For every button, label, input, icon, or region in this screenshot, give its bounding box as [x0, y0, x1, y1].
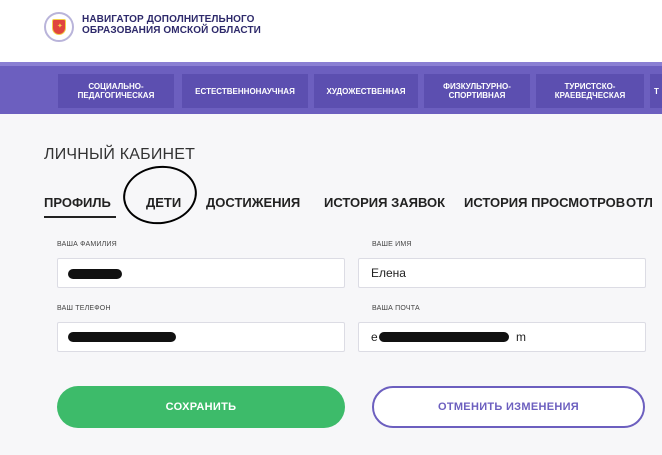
phone-field[interactable] — [57, 322, 345, 352]
save-button[interactable]: СОХРАНИТЬ — [57, 386, 345, 428]
redaction-mark — [68, 332, 176, 342]
nav-item-label: ЕСТЕСТВЕННОНАУЧНАЯ — [195, 86, 295, 96]
email-label: ВАША ПОЧТА — [372, 305, 420, 312]
page-title: ЛИЧНЫЙ КАБИНЕТ — [44, 146, 196, 163]
logo-line-2: ОБРАЗОВАНИЯ ОМСКОЙ ОБЛАСТИ — [82, 25, 261, 36]
nav-item-label: Т — [654, 86, 659, 96]
main-content: ЛИЧНЫЙ КАБИНЕТ ПРОФИЛЬ ДЕТИ ДОСТИЖЕНИЯ И… — [0, 114, 662, 455]
surname-field[interactable] — [57, 258, 345, 288]
nav-item-natural-science[interactable]: ЕСТЕСТВЕННОНАУЧНАЯ — [182, 74, 308, 108]
cancel-changes-button[interactable]: ОТМЕНИТЬ ИЗМЕНЕНИЯ — [372, 386, 645, 428]
tab-application-history[interactable]: ИСТОРИЯ ЗАЯВОК — [324, 195, 445, 210]
nav-item-social-pedagogical[interactable]: СОЦИАЛЬНО- ПЕДАГОГИЧЕСКАЯ — [58, 74, 174, 108]
nav-item-technical[interactable]: Т — [650, 74, 662, 108]
nav-item-physical-sports[interactable]: ФИЗКУЛЬТУРНО- СПОРТИВНАЯ — [424, 74, 530, 108]
email-visible-end: m — [516, 330, 526, 344]
category-nav: СОЦИАЛЬНО- ПЕДАГОГИЧЕСКАЯ ЕСТЕСТВЕННОНАУЧ… — [0, 62, 662, 114]
tab-profile[interactable]: ПРОФИЛЬ — [44, 195, 111, 210]
nav-item-label: ФИЗКУЛЬТУРНО- — [443, 82, 511, 91]
surname-label: ВАША ФАМИЛИЯ — [57, 241, 117, 248]
nav-item-artistic[interactable]: ХУДОЖЕСТВЕННАЯ — [314, 74, 418, 108]
email-field[interactable]: e m — [358, 322, 646, 352]
name-field[interactable]: Елена — [358, 258, 646, 288]
tab-more[interactable]: ОТЛ — [626, 195, 653, 210]
name-value: Елена — [371, 266, 406, 280]
hand-drawn-circle-annotation — [119, 161, 201, 229]
phone-label: ВАШ ТЕЛЕФОН — [57, 305, 111, 312]
nav-item-label: ПЕДАГОГИЧЕСКАЯ — [77, 91, 155, 100]
coat-of-arms-icon[interactable]: ✦ — [44, 12, 74, 42]
nav-item-label: СОЦИАЛЬНО- — [88, 82, 144, 91]
tab-view-history[interactable]: ИСТОРИЯ ПРОСМОТРОВ — [464, 195, 625, 210]
tab-achievements[interactable]: ДОСТИЖЕНИЯ — [206, 195, 300, 210]
site-header: ✦ НАВИГАТОР ДОПОЛНИТЕЛЬНОГО ОБРАЗОВАНИЯ … — [0, 0, 662, 62]
nav-item-label: ХУДОЖЕСТВЕННАЯ — [326, 86, 406, 96]
active-tab-indicator — [44, 216, 116, 218]
nav-item-label: ТУРИСТСКО- — [564, 82, 616, 91]
name-label: ВАШЕ ИМЯ — [372, 241, 412, 248]
nav-item-label: КРАЕВЕДЧЕСКАЯ — [554, 91, 626, 100]
email-visible-start: e — [371, 330, 378, 344]
logo-line-1: НАВИГАТОР ДОПОЛНИТЕЛЬНОГО — [82, 14, 255, 25]
nav-item-tourism[interactable]: ТУРИСТСКО- КРАЕВЕДЧЕСКАЯ — [536, 74, 644, 108]
nav-item-label: СПОРТИВНАЯ — [448, 91, 506, 100]
redaction-mark — [379, 332, 509, 342]
site-logo-text[interactable]: НАВИГАТОР ДОПОЛНИТЕЛЬНОГО ОБРАЗОВАНИЯ ОМ… — [82, 14, 261, 36]
redaction-mark — [68, 269, 122, 279]
